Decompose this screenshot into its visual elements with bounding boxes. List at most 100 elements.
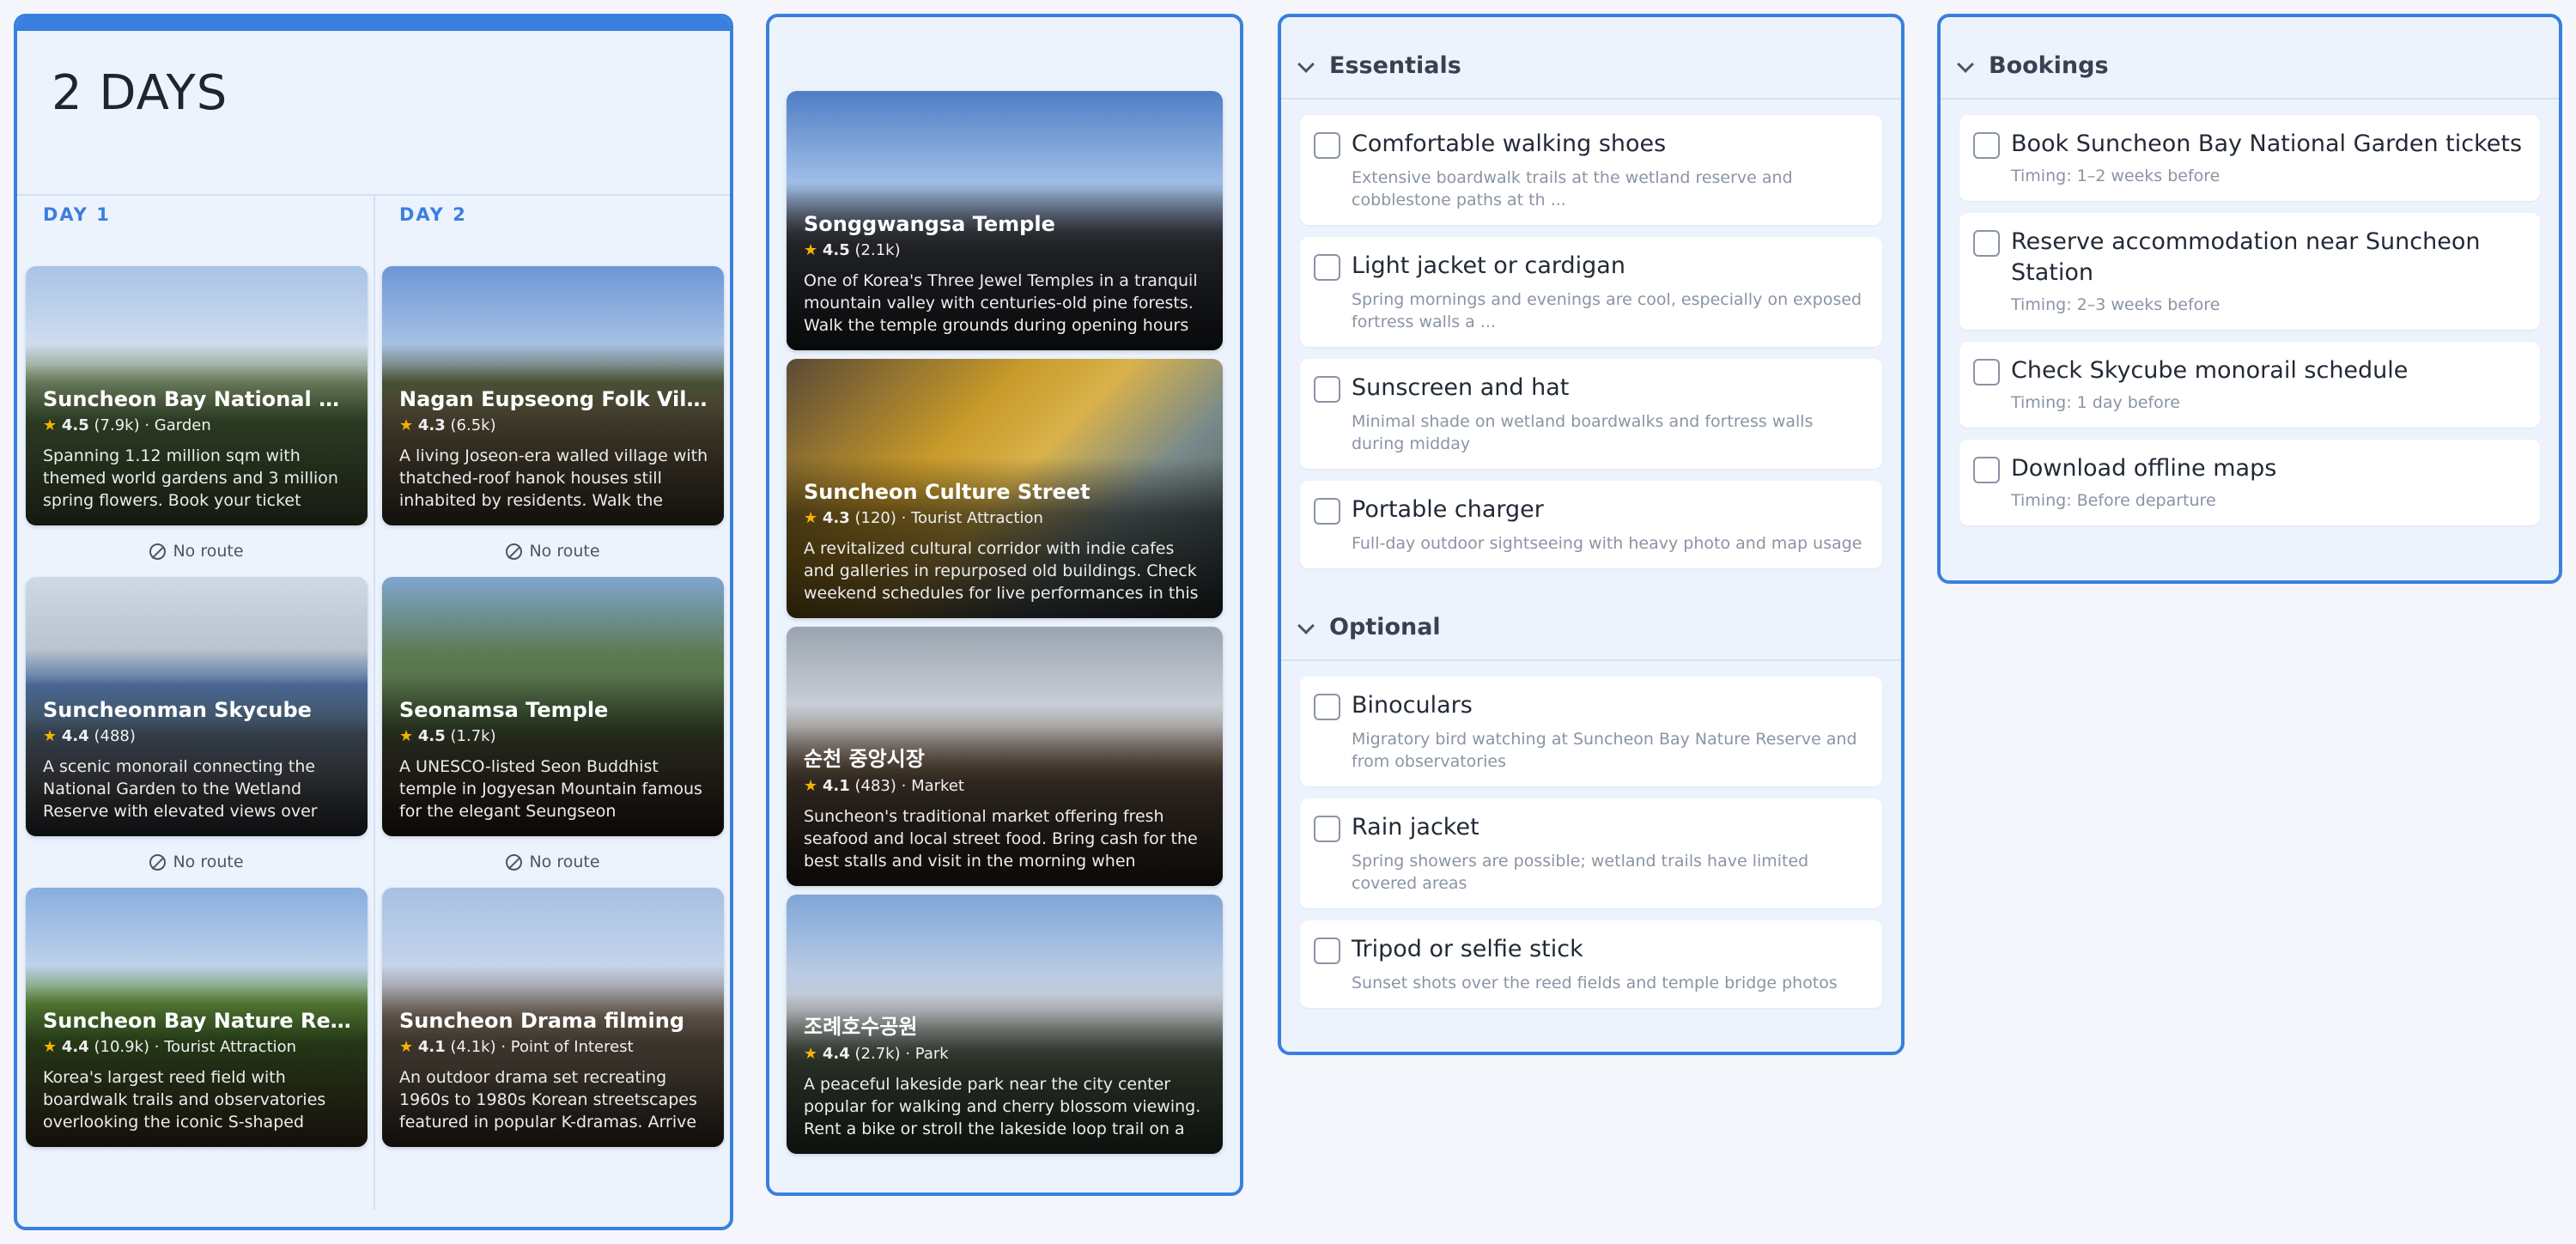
place-description: One of Korea's Three Jewel Temples in a …	[804, 271, 1198, 335]
checklist-item[interactable]: Rain jacket Spring showers are possible;…	[1300, 798, 1882, 908]
checkbox-icon[interactable]	[1314, 498, 1340, 525]
place-card-body: Songgwangsa Temple ★ 4.5 (2.1k) One of K…	[804, 212, 1206, 337]
place-meta: ★ 4.4 (10.9k) · Tourist Attraction	[43, 1038, 297, 1056]
bookings-list: Book Suncheon Bay National Garden ticket…	[1941, 100, 2559, 525]
checklist-item[interactable]: Book Suncheon Bay National Garden ticket…	[1959, 115, 2540, 201]
star-icon: ★	[43, 727, 58, 745]
essentials-header[interactable]: Essentials	[1281, 17, 1901, 100]
place-review-count: (1.7k)	[450, 727, 496, 745]
place-description: Spanning 1.12 million sqm with themed wo…	[43, 446, 338, 510]
packing-panel: Essentials Comfortable walking shoes Ext…	[1278, 14, 1905, 1055]
place-description: A living Joseon-era walled village with …	[399, 446, 708, 510]
checklist-item-note: Timing: 1 day before	[2011, 393, 2180, 412]
place-meta: ★ 4.3 (6.5k)	[399, 416, 708, 434]
place-review-count: (2.1k)	[854, 241, 901, 259]
checklist-item-title: Binoculars	[1352, 692, 1473, 719]
place-card[interactable]: Nagan Eupseong Folk Village ★ 4.3 (6.5k)…	[382, 266, 724, 525]
checkbox-icon[interactable]	[1973, 230, 2000, 257]
checklist-item-title: Rain jacket	[1352, 814, 1479, 840]
place-review-count: (120)	[854, 509, 896, 527]
place-card-body: Suncheon Drama filming ★ 4.1 (4.1k) · Po…	[399, 1009, 708, 1133]
place-card[interactable]: Seonamsa Temple ★ 4.5 (1.7k) A UNESCO-li…	[382, 577, 724, 836]
checklist-item-note: Timing: 1–2 weeks before	[2011, 167, 2221, 185]
checkbox-icon[interactable]	[1314, 254, 1340, 281]
place-rating: 4.4	[61, 1038, 89, 1056]
place-card[interactable]: 조례호수공원 ★ 4.4 (2.7k) · Park A peaceful la…	[787, 895, 1223, 1154]
optional-header[interactable]: Optional	[1281, 580, 1901, 661]
place-review-count: (6.5k)	[450, 416, 496, 434]
checklist-item[interactable]: Comfortable walking shoes Extensive boar…	[1300, 115, 1882, 225]
route-connector[interactable]: No route	[26, 836, 368, 888]
checkbox-icon[interactable]	[1314, 132, 1340, 159]
checklist-item[interactable]: Sunscreen and hat Minimal shade on wetla…	[1300, 359, 1882, 469]
suggestion-list: Songgwangsa Temple ★ 4.5 (2.1k) One of K…	[787, 91, 1223, 1162]
section-label: Bookings	[1989, 52, 2109, 79]
section-label: Essentials	[1329, 52, 1461, 79]
place-description: A revitalized cultural corridor with ind…	[804, 539, 1199, 603]
place-card[interactable]: Suncheonman Skycube ★ 4.4 (488) A scenic…	[26, 577, 368, 836]
place-card[interactable]: Suncheon Bay National Garden ★ 4.5 (7.9k…	[26, 266, 368, 525]
checklist-item-note: Full-day outdoor sightseeing with heavy …	[1352, 534, 1862, 553]
route-label: No route	[173, 853, 244, 871]
place-name: Nagan Eupseong Folk Village	[399, 387, 708, 411]
checklist-item-note: Spring mornings and evenings are cool, e…	[1352, 290, 1862, 331]
place-card-body: Suncheon Culture Street ★ 4.3 (120) · To…	[804, 480, 1206, 604]
checklist-item[interactable]: Reserve accommodation near Suncheon Stat…	[1959, 213, 2540, 330]
place-card[interactable]: Suncheon Bay Nature Reserve ★ 4.4 (10.9k…	[26, 888, 368, 1147]
checklist-item[interactable]: Light jacket or cardigan Spring mornings…	[1300, 237, 1882, 347]
day-1-label: DAY 1	[43, 204, 111, 225]
chevron-down-icon	[1297, 56, 1315, 73]
place-category: Tourist Attraction	[164, 1038, 297, 1056]
star-icon: ★	[399, 1038, 414, 1056]
place-meta: ★ 4.3 (120) · Tourist Attraction	[804, 509, 1043, 527]
checkbox-icon[interactable]	[1973, 132, 2000, 159]
checkbox-icon[interactable]	[1314, 816, 1340, 842]
route-connector[interactable]: No route	[26, 525, 368, 577]
place-description: A UNESCO-listed Seon Buddhist temple in …	[399, 757, 702, 821]
place-description: A peaceful lakeside park near the city c…	[804, 1075, 1201, 1138]
days-panel: 2 DAYS DAY 1 DAY 2 Suncheon Bay National…	[14, 14, 733, 1230]
bookings-header[interactable]: Bookings	[1941, 17, 2559, 100]
route-connector[interactable]: No route	[382, 525, 724, 577]
place-review-count: (2.7k)	[854, 1045, 901, 1063]
place-category: Garden	[154, 416, 211, 434]
place-meta: ★ 4.5 (1.7k)	[399, 727, 708, 745]
star-icon: ★	[804, 1045, 818, 1063]
route-label: No route	[173, 542, 244, 561]
suggestions-panel: Songgwangsa Temple ★ 4.5 (2.1k) One of K…	[766, 14, 1243, 1196]
checklist-item-title: Portable charger	[1352, 496, 1544, 523]
checklist-item-title: Tripod or selfie stick	[1352, 936, 1583, 962]
place-rating: 4.5	[417, 727, 446, 745]
place-description: Korea's largest reed field with boardwal…	[43, 1068, 326, 1132]
place-name: Seonamsa Temple	[399, 698, 609, 722]
no-route-icon	[149, 853, 167, 871]
place-name: Suncheon Culture Street	[804, 480, 1091, 504]
route-connector[interactable]: No route	[382, 836, 724, 888]
checklist-item[interactable]: Tripod or selfie stick Sunset shots over…	[1300, 920, 1882, 1008]
checklist-item[interactable]: Portable charger Full-day outdoor sights…	[1300, 481, 1882, 568]
place-card[interactable]: Suncheon Drama filming ★ 4.1 (4.1k) · Po…	[382, 888, 724, 1147]
checkbox-icon[interactable]	[1314, 938, 1340, 964]
place-card[interactable]: Songgwangsa Temple ★ 4.5 (2.1k) One of K…	[787, 91, 1223, 350]
checkbox-icon[interactable]	[1973, 457, 2000, 483]
checklist-item[interactable]: Binoculars Migratory bird watching at Su…	[1300, 677, 1882, 786]
checklist-item-title: Comfortable walking shoes	[1352, 130, 1667, 157]
place-card-body: Suncheonman Skycube ★ 4.4 (488) A scenic…	[43, 698, 352, 822]
star-icon: ★	[399, 727, 414, 745]
place-card[interactable]: Suncheon Culture Street ★ 4.3 (120) · To…	[787, 359, 1223, 618]
place-rating: 4.4	[822, 1045, 850, 1063]
day-1-column: Suncheon Bay National Garden ★ 4.5 (7.9k…	[26, 266, 368, 1147]
no-route-icon	[506, 853, 523, 871]
place-name: Songgwangsa Temple	[804, 212, 1055, 236]
place-card-body: 순천 중앙시장 ★ 4.1 (483) · Market Suncheon's …	[804, 742, 1206, 872]
place-name: Suncheon Bay Nature Reserve	[43, 1009, 352, 1033]
place-review-count: (4.1k)	[450, 1038, 496, 1056]
checklist-item-title: Sunscreen and hat	[1352, 374, 1570, 401]
checklist-item[interactable]: Download offline maps Timing: Before dep…	[1959, 440, 2540, 525]
checkbox-icon[interactable]	[1314, 694, 1340, 720]
checkbox-icon[interactable]	[1314, 376, 1340, 403]
checklist-item[interactable]: Check Skycube monorail schedule Timing: …	[1959, 342, 2540, 428]
place-card[interactable]: 순천 중앙시장 ★ 4.1 (483) · Market Suncheon's …	[787, 627, 1223, 886]
checkbox-icon[interactable]	[1973, 359, 2000, 385]
place-category: Tourist Attraction	[911, 509, 1043, 527]
